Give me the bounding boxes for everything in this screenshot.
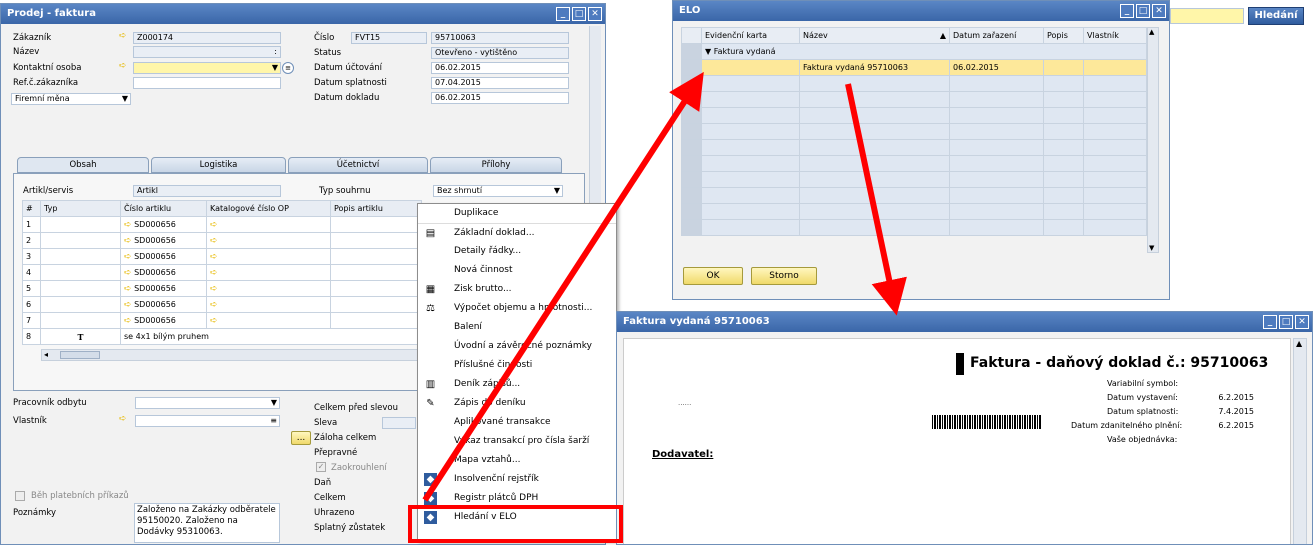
annotation-arrow [422, 71, 704, 502]
annotation-overlay [408, 71, 907, 543]
highlight-box [408, 505, 623, 543]
annotation-arrow [845, 83, 907, 316]
